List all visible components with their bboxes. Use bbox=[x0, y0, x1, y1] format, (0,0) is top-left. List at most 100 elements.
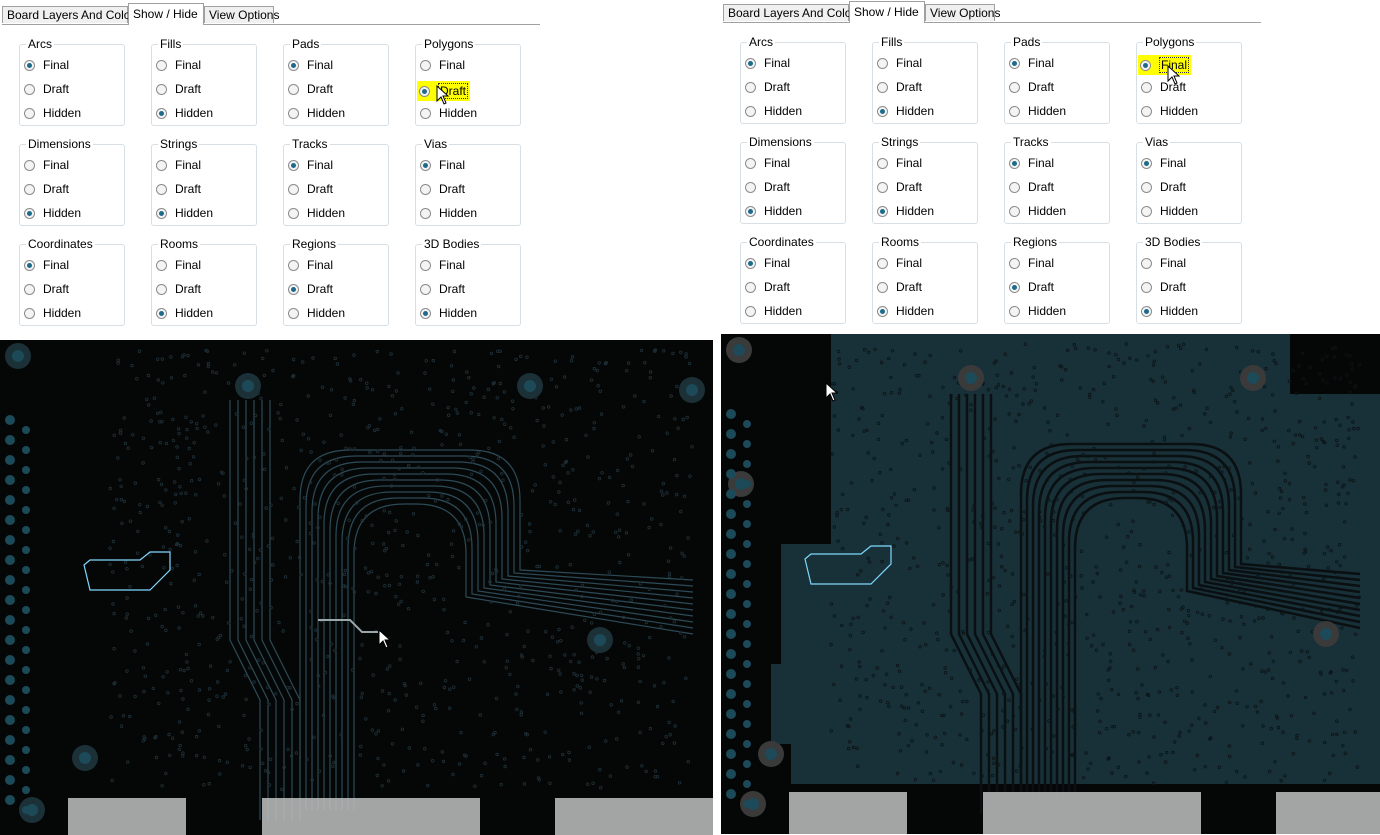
radio-button[interactable] bbox=[420, 183, 431, 195]
radio-button[interactable] bbox=[745, 157, 756, 169]
radio-button[interactable] bbox=[24, 107, 35, 119]
radio-button[interactable] bbox=[1141, 305, 1152, 317]
radio-tracks-hidden[interactable]: Hidden bbox=[288, 205, 345, 221]
radio-button[interactable] bbox=[419, 85, 430, 97]
tab-board-layers-and-colors[interactable]: Board Layers And Colors bbox=[723, 4, 861, 21]
radio-button[interactable] bbox=[156, 207, 167, 219]
radio-button[interactable] bbox=[745, 205, 756, 217]
radio-regions-hidden[interactable]: Hidden bbox=[288, 305, 345, 321]
radio-button[interactable] bbox=[156, 59, 167, 71]
radio-3d-bodies-hidden[interactable]: Hidden bbox=[420, 305, 477, 321]
radio-button[interactable] bbox=[745, 81, 756, 93]
radio-button[interactable] bbox=[877, 305, 888, 317]
radio-pads-final[interactable]: Final bbox=[1009, 55, 1054, 71]
radio-tracks-draft[interactable]: Draft bbox=[288, 181, 333, 197]
radio-strings-draft[interactable]: Draft bbox=[156, 181, 201, 197]
radio-rooms-draft[interactable]: Draft bbox=[156, 281, 201, 297]
radio-arcs-hidden[interactable]: Hidden bbox=[745, 103, 802, 119]
radio-button[interactable] bbox=[877, 205, 888, 217]
radio-button[interactable] bbox=[156, 307, 167, 319]
radio-button[interactable] bbox=[877, 257, 888, 269]
radio-button[interactable] bbox=[877, 281, 888, 293]
radio-regions-draft[interactable]: Draft bbox=[288, 281, 333, 297]
radio-arcs-final[interactable]: Final bbox=[745, 55, 790, 71]
radio-fills-final[interactable]: Final bbox=[877, 55, 922, 71]
radio-button[interactable] bbox=[1009, 157, 1020, 169]
radio-button[interactable] bbox=[1009, 105, 1020, 117]
radio-button[interactable] bbox=[1141, 181, 1152, 193]
radio-button[interactable] bbox=[420, 159, 431, 171]
radio-button[interactable] bbox=[156, 159, 167, 171]
radio-button[interactable] bbox=[877, 81, 888, 93]
radio-dimensions-hidden[interactable]: Hidden bbox=[24, 205, 81, 221]
radio-button[interactable] bbox=[1141, 105, 1152, 117]
radio-button[interactable] bbox=[745, 305, 756, 317]
radio-tracks-final[interactable]: Final bbox=[1009, 155, 1054, 171]
radio-vias-draft[interactable]: Draft bbox=[1141, 179, 1186, 195]
radio-pads-draft[interactable]: Draft bbox=[288, 81, 333, 97]
radio-button[interactable] bbox=[1009, 81, 1020, 93]
radio-button[interactable] bbox=[288, 259, 299, 271]
radio-dimensions-draft[interactable]: Draft bbox=[24, 181, 69, 197]
radio-button[interactable] bbox=[745, 281, 756, 293]
radio-button[interactable] bbox=[1141, 281, 1152, 293]
radio-button[interactable] bbox=[1141, 157, 1152, 169]
radio-button[interactable] bbox=[1140, 59, 1151, 71]
radio-3d-bodies-hidden[interactable]: Hidden bbox=[1141, 303, 1198, 319]
radio-button[interactable] bbox=[745, 105, 756, 117]
radio-vias-hidden[interactable]: Hidden bbox=[420, 205, 477, 221]
radio-coordinates-final[interactable]: Final bbox=[745, 255, 790, 271]
radio-rooms-final[interactable]: Final bbox=[877, 255, 922, 271]
radio-dimensions-hidden[interactable]: Hidden bbox=[745, 203, 802, 219]
radio-fills-draft[interactable]: Draft bbox=[877, 79, 922, 95]
radio-button[interactable] bbox=[24, 259, 35, 271]
radio-button[interactable] bbox=[24, 183, 35, 195]
radio-button[interactable] bbox=[420, 259, 431, 271]
radio-polygons-hidden[interactable]: Hidden bbox=[420, 105, 477, 121]
radio-button[interactable] bbox=[1009, 281, 1020, 293]
radio-vias-final[interactable]: Final bbox=[1141, 155, 1186, 171]
radio-button[interactable] bbox=[1009, 257, 1020, 269]
radio-dimensions-final[interactable]: Final bbox=[24, 157, 69, 173]
radio-3d-bodies-final[interactable]: Final bbox=[1141, 255, 1186, 271]
radio-strings-hidden[interactable]: Hidden bbox=[156, 205, 213, 221]
radio-rooms-final[interactable]: Final bbox=[156, 257, 201, 273]
radio-button[interactable] bbox=[877, 105, 888, 117]
radio-rooms-hidden[interactable]: Hidden bbox=[877, 303, 934, 319]
radio-regions-draft[interactable]: Draft bbox=[1009, 279, 1054, 295]
radio-button[interactable] bbox=[288, 107, 299, 119]
radio-button[interactable] bbox=[745, 257, 756, 269]
radio-coordinates-final[interactable]: Final bbox=[24, 257, 69, 273]
radio-button[interactable] bbox=[288, 59, 299, 71]
pcb-board-canvas[interactable] bbox=[0, 340, 713, 835]
radio-pads-hidden[interactable]: Hidden bbox=[1009, 103, 1066, 119]
radio-button[interactable] bbox=[24, 159, 35, 171]
radio-coordinates-draft[interactable]: Draft bbox=[24, 281, 69, 297]
radio-tracks-hidden[interactable]: Hidden bbox=[1009, 203, 1066, 219]
radio-polygons-final[interactable]: Final bbox=[1138, 55, 1192, 75]
pcb-board-view[interactable] bbox=[0, 340, 713, 835]
radio-pads-hidden[interactable]: Hidden bbox=[288, 105, 345, 121]
radio-rooms-draft[interactable]: Draft bbox=[877, 279, 922, 295]
radio-arcs-draft[interactable]: Draft bbox=[745, 79, 790, 95]
radio-strings-draft[interactable]: Draft bbox=[877, 179, 922, 195]
radio-button[interactable] bbox=[288, 83, 299, 95]
radio-arcs-hidden[interactable]: Hidden bbox=[24, 105, 81, 121]
radio-button[interactable] bbox=[420, 207, 431, 219]
tab-view-options[interactable]: View Options bbox=[204, 6, 279, 23]
radio-fills-final[interactable]: Final bbox=[156, 57, 201, 73]
radio-coordinates-draft[interactable]: Draft bbox=[745, 279, 790, 295]
radio-vias-draft[interactable]: Draft bbox=[420, 181, 465, 197]
radio-button[interactable] bbox=[1141, 81, 1152, 93]
radio-button[interactable] bbox=[420, 307, 431, 319]
radio-tracks-final[interactable]: Final bbox=[288, 157, 333, 173]
radio-vias-hidden[interactable]: Hidden bbox=[1141, 203, 1198, 219]
radio-button[interactable] bbox=[24, 83, 35, 95]
radio-fills-hidden[interactable]: Hidden bbox=[156, 105, 213, 121]
radio-polygons-final[interactable]: Final bbox=[420, 57, 465, 73]
radio-fills-draft[interactable]: Draft bbox=[156, 81, 201, 97]
radio-button[interactable] bbox=[288, 283, 299, 295]
radio-button[interactable] bbox=[420, 59, 431, 71]
tab-show-hide[interactable]: Show / Hide bbox=[849, 1, 925, 23]
radio-button[interactable] bbox=[156, 183, 167, 195]
